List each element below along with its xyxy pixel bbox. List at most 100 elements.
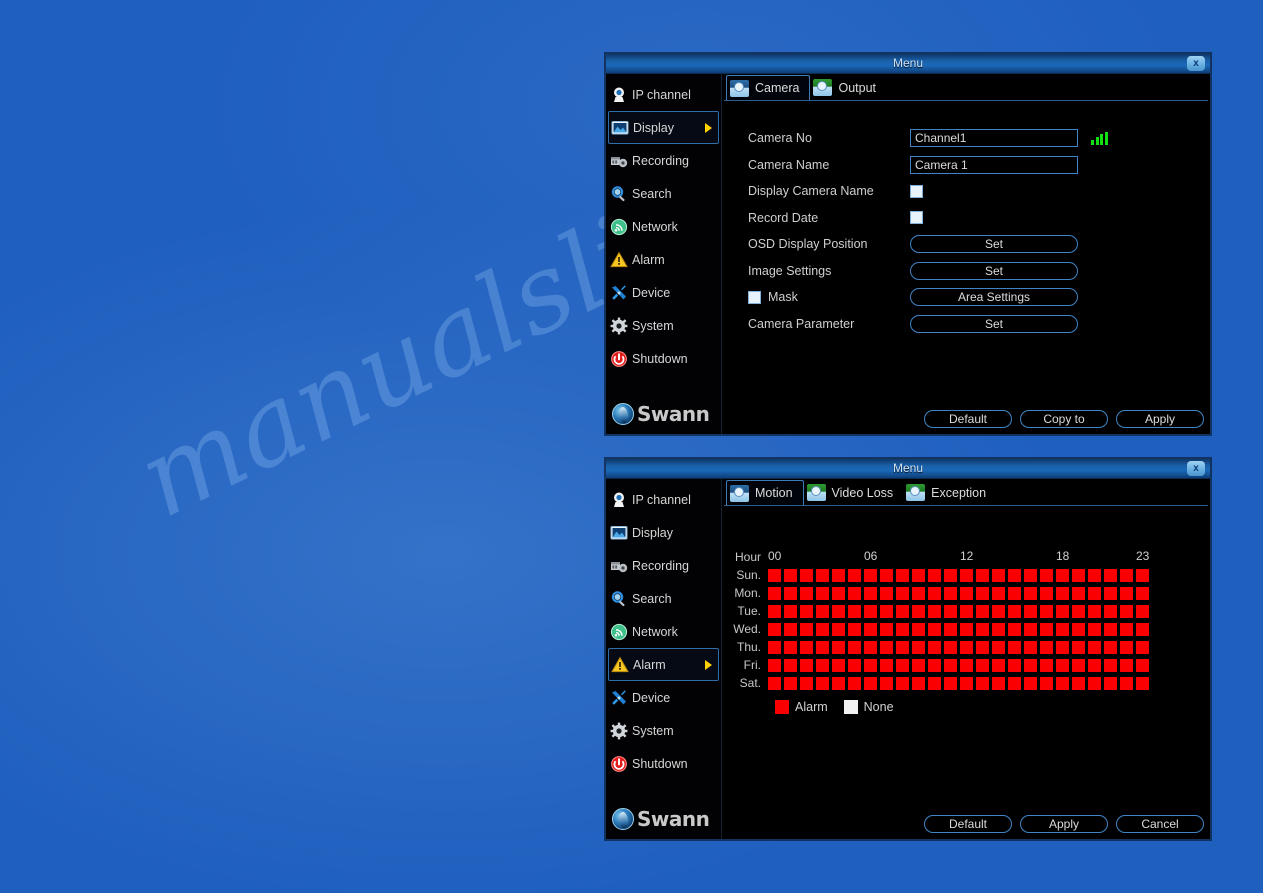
schedule-cell[interactable] [1008,586,1021,600]
schedule-cell[interactable] [784,658,797,672]
osd-display-position-set-button[interactable]: Set [910,235,1078,254]
schedule-cell[interactable] [960,622,973,636]
sidebar-item-display[interactable]: Display [608,111,719,144]
schedule-cell[interactable] [784,640,797,654]
schedule-cell[interactable] [1104,568,1117,582]
schedule-cell[interactable] [1008,622,1021,636]
schedule-cell[interactable] [1056,658,1069,672]
schedule-cell[interactable] [1024,586,1037,600]
sidebar-item-search[interactable]: Search [606,582,721,615]
schedule-cell[interactable] [1024,658,1037,672]
schedule-cell[interactable] [768,586,781,600]
camera-no-value[interactable]: Channel1 [910,129,1078,148]
schedule-cell[interactable] [1072,622,1085,636]
tab-video-loss[interactable]: Video Loss [804,480,904,505]
schedule-cell[interactable] [992,640,1005,654]
schedule-cell[interactable] [1088,568,1101,582]
schedule-cell[interactable] [1136,658,1149,672]
schedule-cell[interactable] [1136,640,1149,654]
schedule-cell[interactable] [768,622,781,636]
schedule-cell[interactable] [1056,640,1069,654]
schedule-cell[interactable] [1024,604,1037,618]
schedule-cell[interactable] [1056,622,1069,636]
schedule-cell[interactable] [1136,604,1149,618]
schedule-cell[interactable] [1136,676,1149,690]
schedule-cell[interactable] [1120,676,1133,690]
schedule-cell[interactable] [992,568,1005,582]
schedule-cell[interactable] [800,604,813,618]
schedule-cell[interactable] [800,658,813,672]
tab-exception[interactable]: Exception [903,480,996,505]
schedule-cell[interactable] [832,568,845,582]
schedule-cell[interactable] [1056,676,1069,690]
schedule-cell[interactable] [864,676,877,690]
schedule-cell[interactable] [976,622,989,636]
schedule-cell[interactable] [912,622,925,636]
schedule-cell[interactable] [1024,622,1037,636]
schedule-cell[interactable] [880,568,893,582]
image-settings-set-button[interactable]: Set [910,261,1078,280]
schedule-cell[interactable] [1120,568,1133,582]
sidebar-item-recording[interactable]: Recording [606,144,721,177]
schedule-cell[interactable] [832,622,845,636]
schedule-cell[interactable] [960,586,973,600]
schedule-cell[interactable] [1120,658,1133,672]
apply-button[interactable]: Apply [1116,410,1204,428]
schedule-cell[interactable] [1008,640,1021,654]
schedule-cell[interactable] [848,676,861,690]
schedule-cell[interactable] [800,586,813,600]
schedule-cell[interactable] [880,586,893,600]
schedule-cell[interactable] [848,658,861,672]
schedule-cell[interactable] [768,658,781,672]
schedule-cell[interactable] [976,676,989,690]
schedule-cell[interactable] [864,604,877,618]
schedule-cell[interactable] [1104,676,1117,690]
schedule-cell[interactable] [1136,568,1149,582]
schedule-cell[interactable] [768,604,781,618]
camera-name-input[interactable]: Camera 1 [910,155,1078,174]
schedule-cell[interactable] [1040,586,1053,600]
schedule-cell[interactable] [800,640,813,654]
schedule-cell[interactable] [1072,658,1085,672]
schedule-cell[interactable] [880,622,893,636]
schedule-cell[interactable] [960,640,973,654]
camera-no-select[interactable]: Channel1 [910,129,1078,148]
sidebar-item-network[interactable]: Network [606,615,721,648]
schedule-cell[interactable] [976,568,989,582]
schedule-cell[interactable] [928,658,941,672]
record-date-checkbox[interactable] [910,211,923,225]
schedule-cell[interactable] [960,568,973,582]
mask-checkbox[interactable] [748,290,761,304]
schedule-cell[interactable] [1104,622,1117,636]
schedule-cell[interactable] [944,676,957,690]
schedule-cell[interactable] [912,568,925,582]
schedule-cell[interactable] [896,658,909,672]
schedule-cell[interactable] [1040,640,1053,654]
schedule-cell[interactable] [848,586,861,600]
schedule-cell[interactable] [1120,586,1133,600]
cancel-button[interactable]: Cancel [1116,815,1204,833]
sidebar-item-system[interactable]: System [606,309,721,342]
sidebar-item-search[interactable]: Search [606,177,721,210]
schedule-cell[interactable] [912,658,925,672]
schedule-cell[interactable] [944,640,957,654]
schedule-cell[interactable] [1072,568,1085,582]
schedule-cell[interactable] [1136,622,1149,636]
schedule-cell[interactable] [944,622,957,636]
sidebar-item-recording[interactable]: Recording [606,549,721,582]
schedule-cell[interactable] [784,622,797,636]
schedule-cell[interactable] [1072,586,1085,600]
schedule-cell[interactable] [864,586,877,600]
schedule-cell[interactable] [992,604,1005,618]
schedule-cell[interactable] [1040,604,1053,618]
mask-area-settings-button[interactable]: Area Settings [910,288,1078,307]
close-icon[interactable]: x [1187,56,1205,71]
schedule-cell[interactable] [816,622,829,636]
sidebar-item-device[interactable]: Device [606,681,721,714]
schedule-cell[interactable] [848,640,861,654]
default-button[interactable]: Default [924,815,1012,833]
schedule-cell[interactable] [1040,676,1053,690]
schedule-cell[interactable] [960,604,973,618]
schedule-cell[interactable] [880,604,893,618]
default-button[interactable]: Default [924,410,1012,428]
